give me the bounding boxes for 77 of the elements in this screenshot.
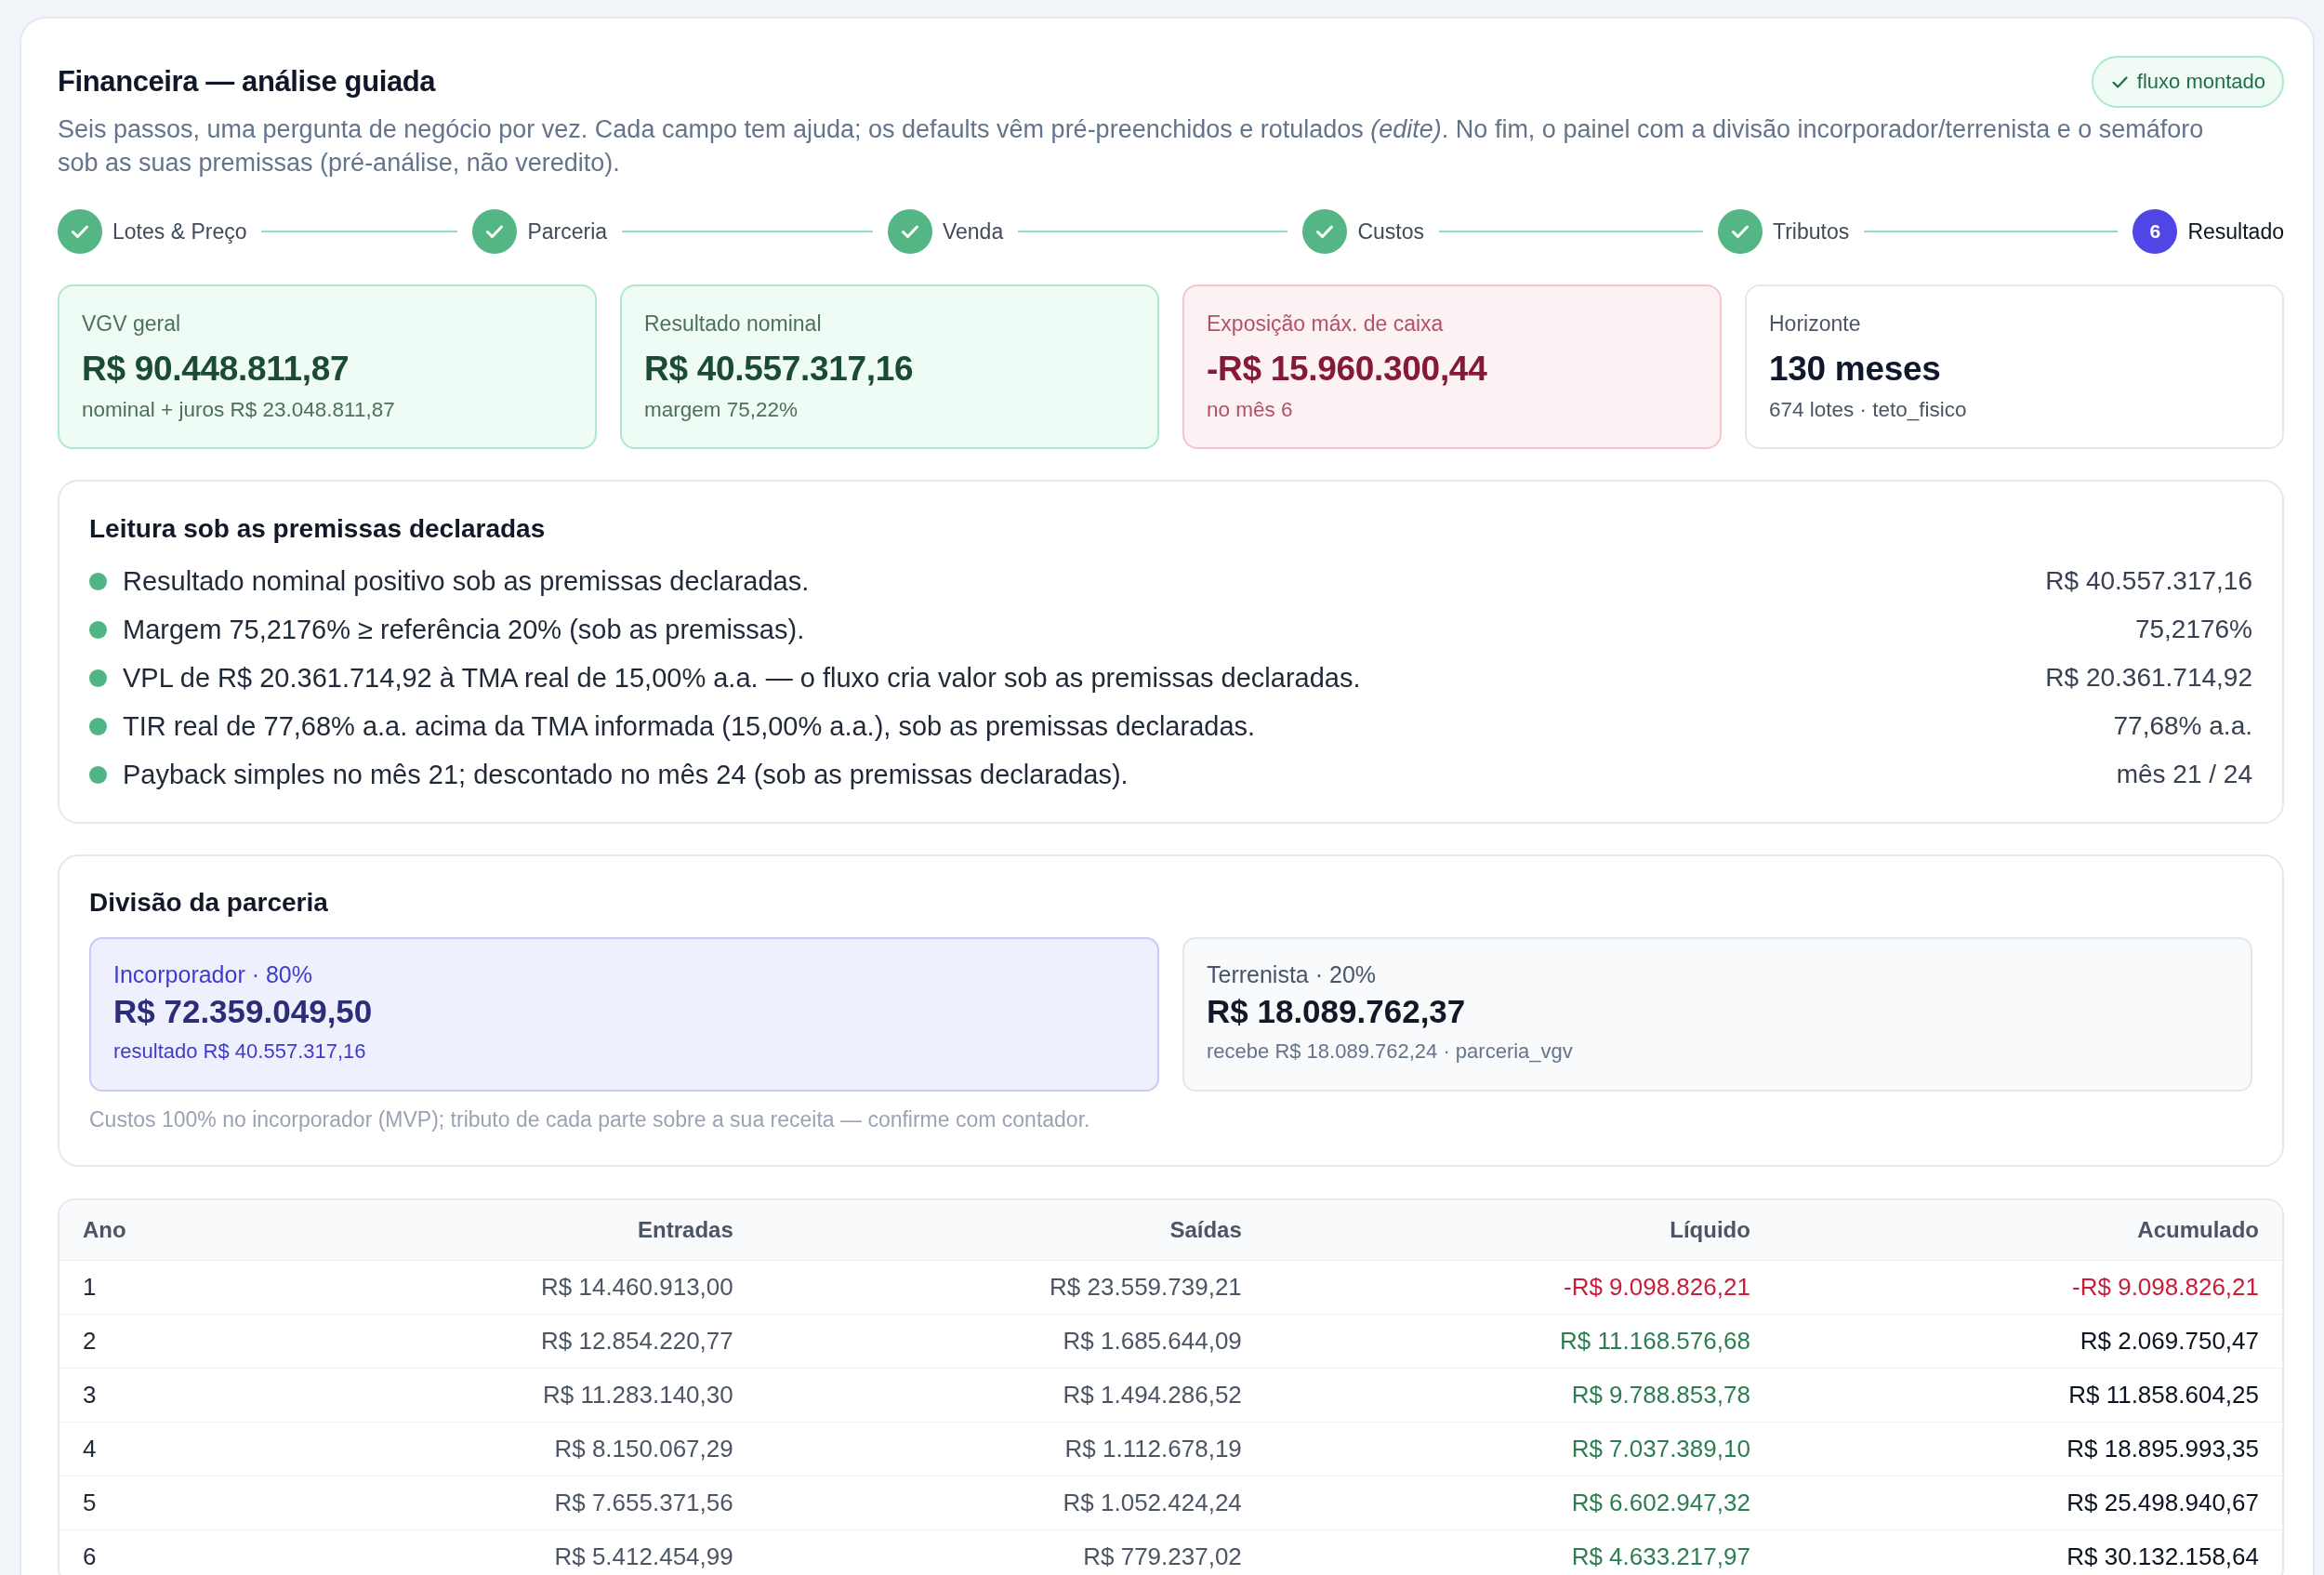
reading-value: 77,68% a.a. — [2113, 711, 2252, 741]
party-note: recebe R$ 18.089.762,24 · parceria_vgv — [1207, 1039, 1574, 1065]
table-cell-text: R$ 11.858.604,25 — [2067, 1380, 2260, 1410]
kpi-value: 130 meses — [1769, 349, 1942, 390]
kpi-value: R$ 90.448.811,87 — [82, 349, 350, 390]
column-header: Líquido — [1669, 1216, 1751, 1244]
reading-text: Resultado nominal positivo sob as premissas declaradas. — [123, 565, 811, 597]
table-cell-text: R$ 30.132.158,64 — [2066, 1542, 2260, 1572]
page-title: Financeira — análise guiada — [58, 64, 436, 99]
reading-value: R$ 40.557.317,16 — [2045, 566, 2252, 596]
table-cell-text: R$ 23.559.739,21 — [1049, 1272, 1243, 1303]
party-note: resultado R$ 40.557.317,16 — [113, 1039, 367, 1065]
reading-text: VPL de R$ 20.361.714,92 à TMA real de 15,00% a.a. — o fluxo cria valor sob as premissas declaradas. — [123, 662, 1362, 694]
reading-text: Payback simples no mês 21; descontado no mês 24 (sob as premissas declaradas). — [123, 759, 1129, 790]
table-cell-text: R$ 11.283.140,30 — [541, 1380, 734, 1410]
section-title: Leitura sob as premissas declaradas — [89, 513, 547, 545]
reading-text: Margem 75,2176% ≥ referência 20% (sob as premissas). — [123, 614, 806, 645]
reading-value: 75,2176% — [2134, 615, 2252, 644]
table-cell-text: 6 — [82, 1542, 98, 1572]
kpi-note: margem 75,22% — [644, 397, 799, 423]
column-header: Ano — [82, 1216, 127, 1244]
party-label: Incorporador · 80% — [113, 960, 313, 988]
kpi-label: VGV geral — [82, 311, 182, 338]
table-cell-text: 5 — [82, 1488, 98, 1518]
step-button[interactable]: Lotes & Preço — [58, 209, 247, 254]
kpi-value: R$ 40.557.317,16 — [644, 349, 915, 390]
step-number: 6 — [2133, 209, 2178, 254]
table-cell-text: -R$ 9.098.826,21 — [1562, 1272, 1751, 1303]
table-cell-text: R$ 4.633.217,97 — [1570, 1542, 1751, 1572]
table-cell-text: R$ 1.052.424,24 — [1062, 1488, 1243, 1518]
section-title: Divisão da parceria — [89, 887, 329, 919]
check-icon — [2111, 75, 2128, 88]
table-cell-text: R$ 1.494.286,52 — [1062, 1380, 1243, 1410]
column-header: Entradas — [637, 1216, 734, 1244]
step-button[interactable]: 6 Resultado — [2133, 209, 2284, 254]
kpi-note: no mês 6 — [1207, 397, 1294, 423]
footnote-text: Custos 100% no incorporador (MVP); tributo de cada parte sobre a sua receita — confirme com contador. — [89, 1106, 1091, 1132]
party-value: R$ 72.359.049,50 — [113, 992, 374, 1031]
step-button[interactable]: Venda — [887, 209, 1004, 254]
column-header: Acumulado — [2136, 1216, 2260, 1244]
reading-value: mês 21 / 24 — [2116, 760, 2252, 789]
kpi-label: Horizonte — [1769, 311, 1862, 338]
step-button[interactable]: Custos — [1302, 209, 1425, 254]
description-text: Seis passos, uma pergunta de negócio por vez. Cada campo tem ajuda; os defaults vêm pré-preenchidos e rotulados (edite). No fim, o painel com a divisão incorporador/terrenista e o semáforo sob as suas premissas (pré-análise, não veredito). — [58, 114, 2205, 179]
table-cell-text: R$ 1.112.678,19 — [1063, 1434, 1243, 1464]
reading-text: TIR real de 77,68% a.a. acima da TMA informada (15,00% a.a.), sob as premissas declaradas. — [123, 710, 1257, 742]
table-cell-text: R$ 14.460.913,00 — [540, 1272, 734, 1303]
table-cell-text: R$ 2.069.750,47 — [2079, 1326, 2260, 1357]
table-cell-text: R$ 1.685.644,09 — [1062, 1326, 1243, 1357]
table-cell-text: R$ 6.602.947,32 — [1570, 1488, 1751, 1518]
table-cell-text: 3 — [82, 1380, 98, 1410]
table-cell-text: R$ 11.168.576,68 — [1559, 1326, 1751, 1357]
table-cell-text: R$ 9.788.853,78 — [1570, 1380, 1751, 1410]
table-cell-text: R$ 18.895.993,35 — [2066, 1434, 2260, 1464]
kpi-label: Resultado nominal — [644, 311, 823, 338]
step-button[interactable]: Tributos — [1717, 209, 1850, 254]
party-label: Terrenista · 20% — [1207, 960, 1378, 988]
table-cell-text: R$ 7.037.389,10 — [1570, 1434, 1751, 1464]
kpi-label: Exposição máx. de caixa — [1207, 311, 1445, 338]
table-cell-text: R$ 7.655.371,56 — [553, 1488, 734, 1518]
table-cell-text: R$ 5.412.454,99 — [553, 1542, 734, 1572]
table-cell-text: 2 — [82, 1326, 98, 1357]
table-cell-text: -R$ 9.098.826,21 — [2071, 1272, 2260, 1303]
table-cell-text: 1 — [82, 1272, 98, 1303]
table-cell-text: R$ 8.150.067,29 — [553, 1434, 734, 1464]
reading-value: R$ 20.361.714,92 — [2045, 663, 2252, 693]
column-header: Saídas — [1169, 1216, 1243, 1244]
party-value: R$ 18.089.762,37 — [1207, 992, 1467, 1031]
table-cell-text: 4 — [82, 1434, 98, 1464]
step-button[interactable]: Parceria — [472, 209, 608, 254]
kpi-note: 674 lotes · teto_fisico — [1769, 397, 1968, 423]
table-cell-text: R$ 25.498.940,67 — [2066, 1488, 2260, 1518]
table-cell-text: R$ 12.854.220,77 — [540, 1326, 734, 1357]
kpi-value: -R$ 15.960.300,44 — [1207, 349, 1488, 390]
table-cell-text: R$ 779.237,02 — [1082, 1542, 1243, 1572]
kpi-note: nominal + juros R$ 23.048.811,87 — [82, 397, 396, 423]
badge-label: fluxo montado — [2136, 70, 2265, 94]
